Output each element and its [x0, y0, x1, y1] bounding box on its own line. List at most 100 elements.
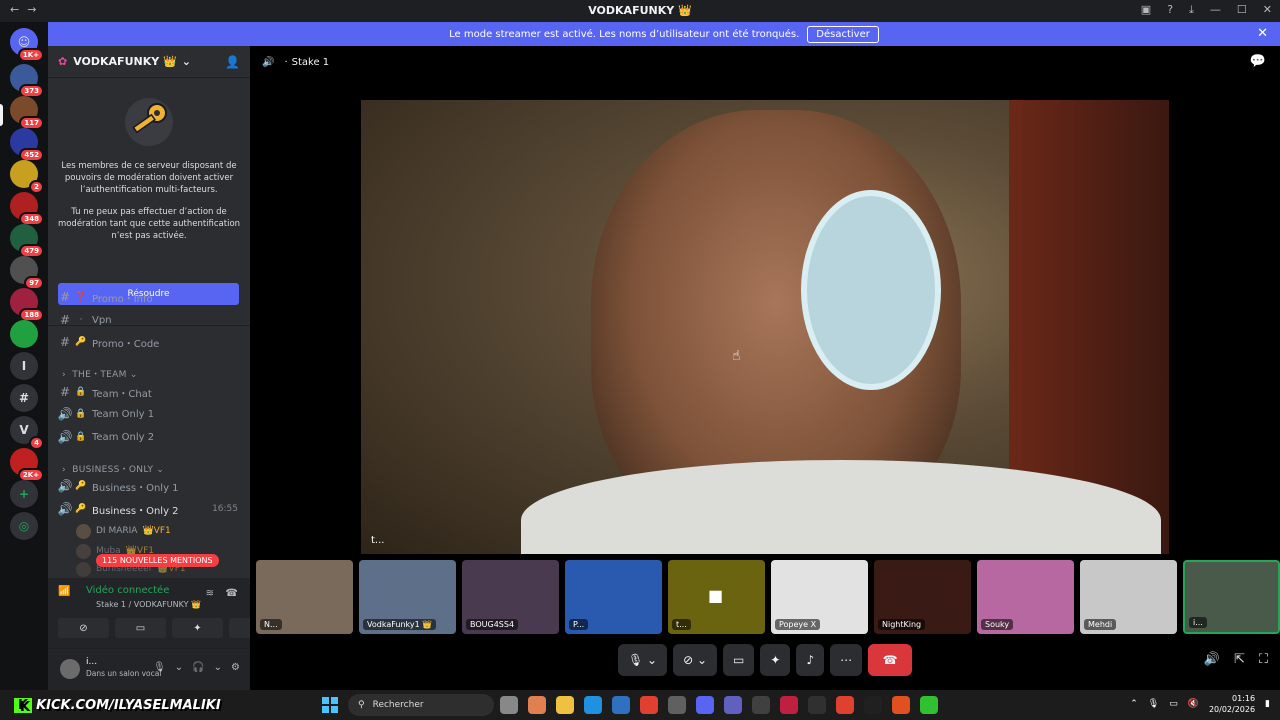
- app-icon[interactable]: [668, 696, 686, 714]
- participant-tile[interactable]: P...: [565, 560, 662, 634]
- taskview-icon[interactable]: [500, 696, 518, 714]
- mic-icon[interactable]: 🎙: [153, 662, 166, 673]
- server-icon[interactable]: 479: [10, 224, 44, 258]
- badge: 1K+: [17, 48, 44, 62]
- chevron-up-icon[interactable]: ⌃: [1130, 699, 1138, 709]
- kick-url: KICK.COM/ILYASELMALIKI: [36, 697, 221, 713]
- server-icon[interactable]: [10, 320, 38, 348]
- edge-icon[interactable]: [584, 696, 602, 714]
- server-icon[interactable]: 188: [10, 288, 44, 322]
- soundboard-button[interactable]: ♪: [796, 644, 825, 676]
- channel-promo-info[interactable]: # ❓ Promo・Info: [56, 287, 244, 307]
- headset-icon[interactable]: 🎧: [192, 662, 204, 673]
- category-business-only[interactable]: › BUSINESS・ONLY ⌄: [62, 462, 164, 475]
- invite-icon[interactable]: 👤: [225, 55, 240, 69]
- question-icon: ❓: [75, 292, 87, 302]
- channel-team-only-1[interactable]: 🔊 🔒 Team Only 1: [56, 404, 244, 424]
- taskbar-search[interactable]: ⚲ Rechercher: [348, 694, 494, 716]
- notification-icon[interactable]: ▮: [1265, 699, 1270, 709]
- app-icon[interactable]: [808, 696, 826, 714]
- server-header[interactable]: ✿ VODKAFUNKY 👑 ⌄ 👤: [48, 46, 250, 78]
- close-icon[interactable]: ✕: [1257, 26, 1268, 41]
- chevron-down-icon[interactable]: ⌄: [175, 662, 183, 673]
- screen-share-icon[interactable]: ▣: [1141, 3, 1151, 17]
- server-icon[interactable]: 117: [10, 96, 44, 130]
- participant-tile[interactable]: N...: [256, 560, 353, 634]
- screen-share-button[interactable]: ▭: [723, 644, 755, 676]
- chat-icon[interactable]: 💬: [1250, 54, 1266, 69]
- fullscreen-icon[interactable]: ⛶: [1259, 652, 1268, 667]
- help-icon[interactable]: ?: [1167, 3, 1173, 17]
- volume-icon[interactable]: 🔊: [1204, 652, 1220, 667]
- disconnect-icon[interactable]: ☎: [226, 588, 238, 599]
- volume-mute-icon[interactable]: 🔇: [1188, 699, 1199, 709]
- activities-button[interactable]: ✦: [760, 644, 791, 676]
- participant-tile[interactable]: BOUG4SS4: [462, 560, 559, 634]
- windows-start-icon[interactable]: [322, 697, 338, 713]
- category-the-team[interactable]: › THE・TEAM ⌄: [62, 367, 138, 380]
- server-icon[interactable]: 2: [10, 160, 44, 194]
- mic-tray-icon[interactable]: 🎙: [1148, 699, 1159, 709]
- participant-tile[interactable]: Souky: [977, 560, 1074, 634]
- chevron-down-icon[interactable]: ⌄: [214, 662, 222, 673]
- participant-tile[interactable]: i...: [1183, 560, 1280, 634]
- server-icon[interactable]: 348: [10, 192, 44, 226]
- participant-tile[interactable]: NightKing: [874, 560, 971, 634]
- screen-share-button[interactable]: ▭: [115, 618, 166, 638]
- channel-promo-code[interactable]: # 🔑 Promo・Code: [56, 332, 244, 352]
- participant-tile[interactable]: t... ■: [668, 560, 765, 634]
- chrome-icon[interactable]: [640, 696, 658, 714]
- copilot-icon[interactable]: [528, 696, 546, 714]
- channel-team-only-2[interactable]: 🔊 🔒 Team Only 2: [56, 427, 244, 447]
- activities-button[interactable]: ✦: [172, 618, 223, 638]
- app-icon[interactable]: [920, 696, 938, 714]
- server-icon[interactable]: 97: [10, 256, 44, 290]
- channel-team-chat[interactable]: # 🔒 Team・Chat: [56, 382, 244, 402]
- outlook-icon[interactable]: [612, 696, 630, 714]
- clock[interactable]: 01:16 20/02/2026: [1209, 693, 1255, 715]
- server-icon[interactable]: 373: [10, 64, 44, 98]
- explore-icon[interactable]: ◎: [10, 512, 38, 540]
- participant-tile[interactable]: VodkaFunky1 👑: [359, 560, 456, 634]
- participant-tile[interactable]: Popeye X: [771, 560, 868, 634]
- app-icon[interactable]: [864, 696, 882, 714]
- maximize-button[interactable]: ☐: [1237, 3, 1247, 17]
- server-icon[interactable]: V4: [10, 416, 44, 450]
- app-icon[interactable]: [780, 696, 798, 714]
- server-icon[interactable]: #: [10, 384, 38, 412]
- tile-label: i...: [1189, 617, 1207, 628]
- new-mentions-badge[interactable]: 115 NOUVELLES MENTIONS: [96, 554, 219, 567]
- server-icon[interactable]: I: [10, 352, 38, 380]
- discord-home-icon[interactable]: ☺ 1K+: [10, 28, 44, 62]
- network-icon[interactable]: ▭: [1169, 699, 1178, 709]
- avatar[interactable]: [60, 659, 80, 679]
- camera-button[interactable]: ⊘ ⌄: [673, 644, 718, 676]
- server-icon[interactable]: 452: [10, 128, 44, 162]
- discord-taskbar-icon[interactable]: [696, 696, 714, 714]
- channel-vpn[interactable]: # · Vpn: [56, 310, 244, 330]
- add-server-icon[interactable]: +: [10, 480, 38, 508]
- popout-icon[interactable]: ⇱: [1234, 652, 1245, 667]
- more-options-button[interactable]: ⋯: [830, 644, 863, 676]
- channel-business-only-2[interactable]: 🔊 🔑 Business・Only 2 16:55: [56, 499, 244, 519]
- mic-button[interactable]: 🎙 ⌄: [618, 644, 668, 676]
- focused-video-stream[interactable]: t...: [361, 100, 1169, 554]
- settings-gear-icon[interactable]: ⚙: [231, 662, 240, 673]
- download-icon[interactable]: ⤓: [1189, 3, 1194, 17]
- noise-suppression-icon[interactable]: ≋: [206, 588, 214, 599]
- hang-up-button[interactable]: ☎: [868, 644, 913, 676]
- disable-streamer-button[interactable]: Désactiver: [807, 25, 879, 43]
- app-icon[interactable]: [836, 696, 854, 714]
- file-explorer-icon[interactable]: [556, 696, 574, 714]
- app-icon[interactable]: [724, 696, 742, 714]
- channel-business-only-1[interactable]: 🔊 🔑 Business・Only 1: [56, 476, 244, 496]
- close-window-button[interactable]: ✕: [1263, 3, 1272, 17]
- video-off-button[interactable]: ⊘: [58, 618, 109, 638]
- server-icon[interactable]: 2K+: [10, 448, 44, 482]
- voice-channel[interactable]: Stake 1 / VODKAFUNKY 👑: [96, 600, 201, 609]
- obs-icon[interactable]: [752, 696, 770, 714]
- participant-tile[interactable]: Mehdi: [1080, 560, 1177, 634]
- ea-icon[interactable]: [892, 696, 910, 714]
- voice-member[interactable]: DI MARIA 👑VF1: [76, 522, 171, 540]
- minimize-button[interactable]: —: [1210, 3, 1221, 17]
